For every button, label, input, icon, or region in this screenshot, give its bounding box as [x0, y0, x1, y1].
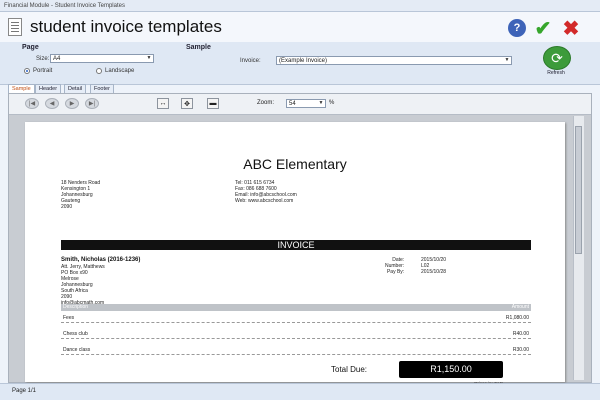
- app-header: student invoice templates ? ✔ ✖: [0, 12, 600, 43]
- line-description: Fees: [63, 315, 75, 321]
- bill-to-name: Smith, Nicholas (2016-1236): [61, 257, 141, 263]
- invoice-table-header: Description Amount: [61, 304, 531, 311]
- previous-page-button[interactable]: ◀: [45, 98, 59, 109]
- tab-footer[interactable]: Footer: [90, 84, 114, 93]
- portrait-label: Portrait: [33, 68, 53, 74]
- landscape-label: Landscape: [105, 68, 135, 74]
- first-page-button[interactable]: |◀: [25, 98, 39, 109]
- school-contact: Tel: 011 615 6734 Fax: 086 688 7600 Emai…: [235, 180, 297, 204]
- chevron-down-icon: ▼: [146, 55, 152, 61]
- amount-column-header: Amount: [511, 304, 529, 310]
- zoom-select-value: 54: [289, 101, 296, 107]
- scrollbar-thumb[interactable]: [575, 126, 582, 254]
- invoice-meta-labels: Date: Number: Pay By:: [385, 257, 405, 275]
- school-name: ABC Elementary: [243, 156, 347, 172]
- sample-group-label: Sample: [186, 44, 211, 51]
- help-icon[interactable]: ?: [508, 19, 526, 37]
- invoice-select-value: (Example Invoice): [279, 58, 328, 64]
- window-title: Financial Module - Student Invoice Templ…: [4, 3, 125, 9]
- invoice-select[interactable]: (Example Invoice) ▼: [276, 56, 512, 65]
- size-select-value: A4: [53, 56, 61, 62]
- invoice-line: Fees R1,080.00: [61, 314, 531, 323]
- line-description: Dance class: [63, 347, 91, 353]
- zoom-select[interactable]: 54 ▼: [286, 99, 326, 108]
- window-titlebar: Financial Module - Student Invoice Templ…: [0, 0, 600, 12]
- page-indicator: Page 1/1: [12, 388, 37, 394]
- page-title: student invoice templates: [30, 17, 222, 36]
- document-icon: [8, 18, 22, 36]
- school-address: 18 Nenders Road Kensington 1 Johannesbur…: [61, 180, 101, 210]
- total-due-value: R1,150.00: [399, 361, 503, 378]
- tab-detail[interactable]: Detail: [64, 84, 87, 93]
- fit-width-button[interactable]: ↔: [157, 98, 169, 109]
- invoice-label: Invoice:: [240, 58, 261, 64]
- line-description: Chess club: [63, 331, 88, 337]
- description-column-header: Description: [63, 304, 89, 310]
- preview-area: |◀ ◀ ▶ ▶| ↔ ✥ ▬ Zoom: 54 ▼ % ABC Element…: [8, 93, 592, 386]
- status-bar: Page 1/1: [0, 383, 600, 400]
- zoom-unit: %: [329, 100, 335, 106]
- invoice-page: ABC Elementary 18 Nenders Road Kensingto…: [25, 122, 565, 386]
- chevron-down-icon: ▼: [318, 100, 324, 106]
- size-select[interactable]: A4 ▼: [50, 54, 154, 63]
- actual-size-button[interactable]: ▬: [207, 98, 219, 109]
- invoice-meta-values: 2015/10/20 L02 2015/10/28: [421, 257, 447, 275]
- line-amount: R40.00: [512, 331, 529, 337]
- bill-to-address: Att. Jerry, Matthews PO Box x90 Melrose …: [61, 264, 105, 306]
- ok-check-icon[interactable]: ✔: [534, 18, 552, 40]
- line-amount: R30.00: [512, 347, 529, 353]
- refresh-button[interactable]: ⟳: [543, 46, 571, 70]
- line-amount: R1,080.00: [505, 315, 529, 321]
- invoice-title-band: INVOICE: [61, 240, 531, 250]
- refresh-label: Refresh: [547, 70, 565, 76]
- total-due-label: Total Due:: [331, 365, 368, 374]
- options-panel: Page Size: A4 ▼ Portrait Landscape Sampl…: [0, 42, 600, 85]
- preview-toolbar: |◀ ◀ ▶ ▶| ↔ ✥ ▬ Zoom: 54 ▼ %: [9, 94, 591, 115]
- vertical-scrollbar[interactable]: [573, 116, 584, 380]
- next-page-button[interactable]: ▶: [65, 98, 79, 109]
- invoice-line: Dance class R30.00: [61, 346, 531, 355]
- last-page-button[interactable]: ▶|: [85, 98, 99, 109]
- refresh-icon: ⟳: [551, 49, 563, 66]
- tab-sample[interactable]: Sample: [8, 84, 35, 93]
- invoice-line: Chess club R40.00: [61, 330, 531, 339]
- page-group-label: Page: [22, 44, 39, 51]
- tab-header[interactable]: Header: [35, 84, 62, 93]
- zoom-label: Zoom:: [257, 100, 275, 106]
- portrait-radio[interactable]: [24, 68, 30, 74]
- close-x-icon[interactable]: ✖: [562, 18, 580, 40]
- fit-page-button[interactable]: ✥: [181, 98, 193, 109]
- size-label: Size:: [36, 56, 50, 62]
- landscape-radio[interactable]: [96, 68, 102, 74]
- chevron-down-icon: ▼: [504, 57, 510, 63]
